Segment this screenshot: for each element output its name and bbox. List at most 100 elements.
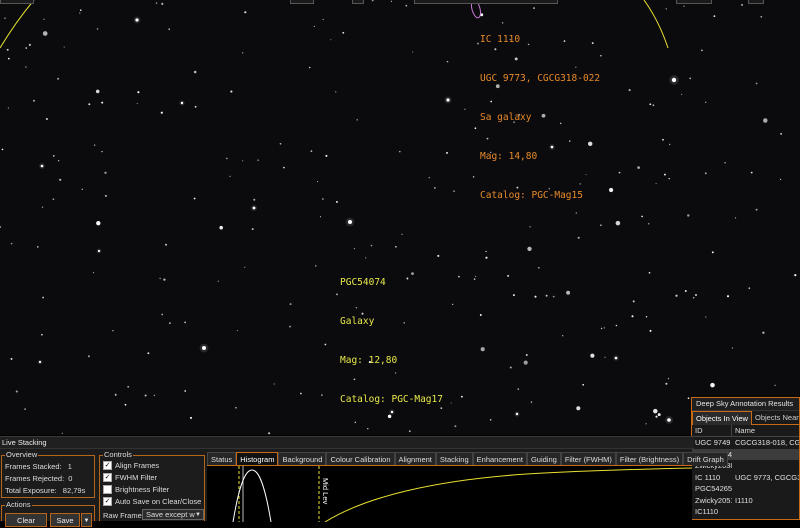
table-header: ID Name <box>692 425 799 437</box>
column-header-id[interactable]: ID <box>692 425 732 436</box>
annotation-ic1110: IC 1110 UGC 9773, CGCG318-022 Sa galaxy … <box>480 7 600 228</box>
fwhm-filter-checkbox[interactable]: ✓ FWHM Filter <box>103 473 157 482</box>
tab-background[interactable]: Background <box>278 452 327 466</box>
toolbar-control[interactable] <box>290 0 314 4</box>
table-row[interactable]: PGC54265 <box>692 483 799 495</box>
toolbar-control[interactable] <box>0 0 34 4</box>
stretch-curve <box>324 467 692 522</box>
auto-save-checkbox[interactable]: ✓ Auto Save on Clear/Close <box>103 497 201 506</box>
tab-stacking[interactable]: Stacking <box>435 452 473 466</box>
column-header-name[interactable]: Name <box>732 425 799 436</box>
star <box>525 353 528 357</box>
tab-histogram[interactable]: Histogram <box>236 452 279 466</box>
star <box>741 4 743 6</box>
table-row[interactable]: Zwicky2051-I1110 <box>692 495 799 507</box>
star <box>96 221 101 226</box>
tab-objects-in-view[interactable]: Objects In View <box>692 411 752 425</box>
star <box>25 47 28 49</box>
star <box>251 228 254 231</box>
tab-enhancement[interactable]: Enhancement <box>472 452 527 466</box>
star <box>25 66 27 68</box>
star <box>631 315 634 318</box>
star <box>600 54 602 57</box>
chevron-down-icon: ▼ <box>83 518 90 524</box>
annotation-line: Galaxy <box>340 316 375 327</box>
star <box>669 143 671 146</box>
star <box>648 271 651 274</box>
histogram-view[interactable]: Mid Lev <box>207 465 692 522</box>
star <box>665 8 667 10</box>
star <box>668 177 670 180</box>
star <box>4 17 6 19</box>
star <box>63 46 65 48</box>
checkbox-box[interactable]: ✓ <box>103 473 112 482</box>
save-button[interactable]: Save <box>50 513 80 527</box>
cell-name <box>732 506 799 518</box>
tab-colour-calibration[interactable]: Colour Calibration <box>326 452 395 466</box>
bright-star <box>135 18 139 22</box>
star <box>104 171 107 174</box>
star <box>577 236 580 239</box>
image-view[interactable]: IC 1110 UGC 9773, CGCG318-022 Sa galaxy … <box>0 0 800 435</box>
star <box>576 406 581 411</box>
tab-filter-fwhm[interactable]: Filter (FWHM) <box>560 452 616 466</box>
star <box>193 70 197 74</box>
star <box>289 303 292 306</box>
star <box>88 103 91 106</box>
star <box>615 324 618 327</box>
brightness-filter-checkbox[interactable]: Brightness Filter <box>103 485 169 494</box>
star <box>713 15 716 18</box>
star <box>689 77 692 80</box>
star <box>317 181 319 183</box>
toolbar-control[interactable] <box>748 0 764 4</box>
star <box>79 12 81 14</box>
table-row[interactable]: UGC 9749 CGCG318-018, CGCG <box>692 437 799 449</box>
bright-star <box>667 418 671 422</box>
star <box>755 82 758 85</box>
star <box>163 278 166 281</box>
bright-star <box>202 346 206 350</box>
star <box>300 392 302 395</box>
save-dropdown-button[interactable]: ▼ <box>81 513 92 527</box>
align-frames-checkbox[interactable]: ✓ Align Frames <box>103 461 159 470</box>
clear-button[interactable]: Clear <box>5 513 47 527</box>
star <box>268 432 271 435</box>
toolbar-control[interactable] <box>414 0 558 4</box>
table-row[interactable]: IC1110 <box>692 506 799 518</box>
checkbox-label: Align Frames <box>115 461 160 470</box>
star <box>763 118 768 123</box>
group-title: Controls <box>103 450 133 460</box>
star <box>244 11 247 14</box>
star <box>229 175 231 177</box>
tab-status[interactable]: Status <box>207 452 237 466</box>
star <box>794 274 797 277</box>
tab-filter-brightness[interactable]: Filter (Brightness) <box>615 452 684 466</box>
raw-frames-select[interactable]: Save except w ▼ <box>142 509 204 520</box>
top-toolbar-edge <box>0 0 800 4</box>
cell-id: PGC54265 <box>695 484 732 493</box>
star <box>684 290 687 292</box>
star <box>566 290 571 295</box>
star <box>310 150 313 152</box>
star <box>687 397 690 400</box>
checkbox-box[interactable]: ✓ <box>103 461 112 470</box>
tab-guiding[interactable]: Guiding <box>526 452 561 466</box>
cell-name: CGCG318-018, CGCG <box>735 438 799 447</box>
star <box>608 187 614 193</box>
toolbar-control[interactable] <box>676 0 712 4</box>
tab-alignment[interactable]: Alignment <box>394 452 436 466</box>
table-row[interactable]: IC 1110 UGC 9773, CGCG318 <box>692 472 799 484</box>
checkbox-box[interactable] <box>103 485 112 494</box>
toolbar-control[interactable] <box>352 0 364 4</box>
cell-id: IC 1110 <box>695 472 721 482</box>
tab-drift-graph[interactable]: Drift Graph <box>683 452 728 466</box>
star <box>28 43 31 47</box>
star <box>52 198 55 201</box>
star <box>675 294 678 297</box>
star <box>41 206 44 208</box>
tab-objects-nearby[interactable]: Objects Nearby <box>752 411 799 424</box>
star <box>92 271 95 274</box>
panel-tabs: Objects In View Objects Nearby <box>692 411 799 425</box>
bright-star <box>446 98 450 102</box>
checkbox-box[interactable]: ✓ <box>103 497 112 506</box>
